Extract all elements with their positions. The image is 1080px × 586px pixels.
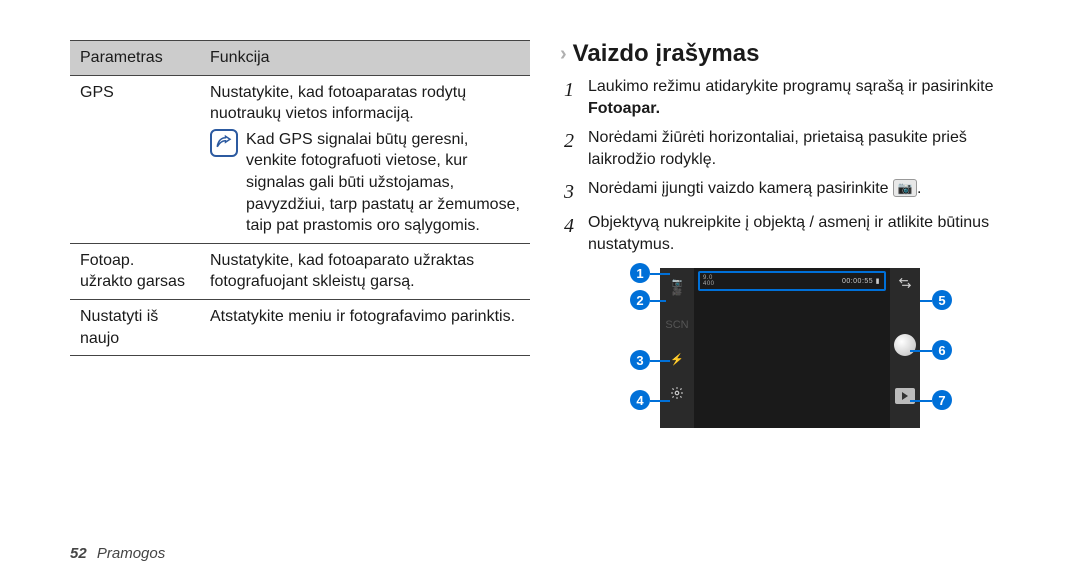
callout-1: 1 (630, 263, 650, 283)
step-text: Laukimo režimu atidarykite programų sąra… (588, 76, 1020, 121)
section-name: Pramogos (97, 545, 165, 562)
table-row: Fotoap. užrakto garsas Nustatykite, kad … (70, 243, 530, 299)
note-text: Kad GPS signalai būtų geresni, venkite f… (246, 129, 520, 237)
cell-func: Nustatykite, kad fotoaparato užraktas fo… (200, 243, 530, 299)
header-func: Funkcija (200, 41, 530, 76)
callout-5: 5 (932, 290, 952, 310)
scn-label: SCN (668, 316, 686, 334)
page-footer: 52 Pramogos (70, 545, 165, 562)
chevron-icon: › (560, 43, 567, 66)
step-item: 4 Objektyvą nukreipkite į objektą / asme… (560, 212, 1020, 257)
section-heading: › Vaizdo įrašymas (560, 40, 1020, 68)
table-row: Nustatyti iš naujo Atstatykite meniu ir … (70, 299, 530, 355)
step-item: 2 Norėdami žiūrėti horizontaliai, prieta… (560, 127, 1020, 172)
table-row: GPS Nustatykite, kad fotoaparatas rodytų… (70, 75, 530, 243)
cell-param: Fotoap. užrakto garsas (70, 243, 200, 299)
flash-icon: ⚡ (668, 350, 686, 368)
callout-2: 2 (630, 290, 650, 310)
hud-time: 00:00:55 (842, 278, 873, 285)
callout-6: 6 (932, 340, 952, 360)
page-number: 52 (70, 545, 87, 562)
step-text: Norėdami žiūrėti horizontaliai, prietais… (588, 127, 1020, 172)
camera-diagram: 📷🎥 SCN ⚡ 9.0400 00:00:55 ▮ (580, 268, 1000, 448)
shutter-button (894, 334, 916, 356)
step-text: Norėdami įjungti vaizdo kamerą pasirinki… (588, 178, 1020, 206)
battery-icon: ▮ (876, 277, 880, 285)
callout-4: 4 (630, 390, 650, 410)
step-number: 1 (560, 76, 578, 121)
step-number: 2 (560, 127, 578, 172)
step-number: 3 (560, 178, 578, 206)
camera-icon: 📷 (893, 179, 917, 197)
callout-7: 7 (932, 390, 952, 410)
mode-switch-icon: 📷🎥 (668, 274, 686, 300)
gear-icon (668, 384, 686, 402)
swap-icon (896, 274, 914, 292)
settings-table: Parametras Funkcija GPS Nustatykite, kad… (70, 40, 530, 356)
cell-param: GPS (70, 75, 200, 243)
note-icon (210, 129, 238, 157)
header-param: Parametras (70, 41, 200, 76)
note-box: Kad GPS signalai būtų geresni, venkite f… (210, 129, 520, 237)
callout-3: 3 (630, 350, 650, 370)
step-item: 1 Laukimo režimu atidarykite programų są… (560, 76, 1020, 121)
hud-left: 9.0400 (703, 275, 715, 287)
step-text: Objektyvą nukreipkite į objektą / asmenį… (588, 212, 1020, 257)
func-text: Nustatykite, kad fotoaparatas rodytų nuo… (210, 82, 520, 125)
hud-bar: 9.0400 00:00:55 ▮ (698, 271, 886, 291)
heading-text: Vaizdo įrašymas (573, 40, 760, 68)
step-item: 3 Norėdami įjungti vaizdo kamerą pasirin… (560, 178, 1020, 206)
camera-screen: 📷🎥 SCN ⚡ 9.0400 00:00:55 ▮ (660, 268, 920, 428)
cell-func: Atstatykite meniu ir fotografavimo parin… (200, 299, 530, 355)
step-number: 4 (560, 212, 578, 257)
cell-param: Nustatyti iš naujo (70, 299, 200, 355)
cell-func: Nustatykite, kad fotoaparatas rodytų nuo… (200, 75, 530, 243)
